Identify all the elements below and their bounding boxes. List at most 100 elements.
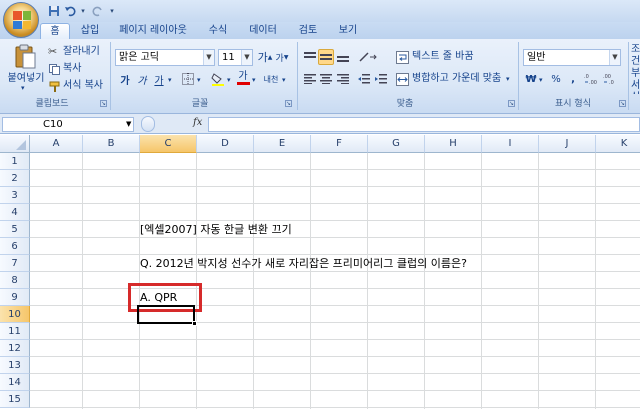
column-header-f[interactable]: F bbox=[311, 135, 368, 153]
increase-decimal-icon[interactable]: .0.00 bbox=[583, 71, 601, 87]
formula-bar-handle[interactable] bbox=[141, 116, 155, 132]
insert-function-icon[interactable]: fx bbox=[193, 117, 202, 128]
row-header-6[interactable]: 6 bbox=[0, 238, 30, 255]
tab-formulas[interactable]: 수식 bbox=[203, 23, 233, 39]
tab-insert[interactable]: 삽입 bbox=[76, 23, 104, 39]
phonetic-dropdown-icon[interactable]: ▾ bbox=[282, 76, 286, 84]
phonetic-button[interactable]: 내천 bbox=[262, 71, 280, 87]
fill-dropdown-icon[interactable]: ▾ bbox=[227, 76, 231, 84]
align-right-icon[interactable] bbox=[335, 71, 351, 87]
grow-font-button[interactable]: 가 ▲ bbox=[257, 49, 273, 65]
bold-button[interactable]: 가 bbox=[117, 71, 133, 87]
undo-dropdown-icon[interactable]: ▾ bbox=[78, 3, 88, 19]
column-header-j[interactable]: J bbox=[539, 135, 596, 153]
row-header-10[interactable]: 10 bbox=[0, 306, 30, 323]
active-cell[interactable] bbox=[137, 305, 195, 324]
row-header-3[interactable]: 3 bbox=[0, 187, 30, 204]
align-top-icon[interactable] bbox=[302, 49, 318, 65]
column-header-c[interactable]: C bbox=[140, 135, 197, 153]
column-header-h[interactable]: H bbox=[425, 135, 482, 153]
formula-input[interactable] bbox=[208, 117, 640, 132]
customize-qat-icon[interactable]: ▾ bbox=[106, 3, 118, 19]
select-all-corner[interactable] bbox=[0, 135, 30, 153]
number-launcher-icon[interactable]: ↘ bbox=[619, 100, 626, 107]
chevron-down-icon[interactable]: ▼ bbox=[203, 50, 214, 65]
row-header-14[interactable]: 14 bbox=[0, 374, 30, 391]
cut-button[interactable]: ✂ 잘라내기 bbox=[48, 44, 108, 60]
underline-dropdown-icon[interactable]: ▾ bbox=[168, 76, 172, 84]
worksheet-grid[interactable] bbox=[0, 135, 640, 409]
borders-icon[interactable] bbox=[180, 71, 196, 87]
align-left-icon[interactable] bbox=[302, 71, 318, 87]
italic-button[interactable]: 가 bbox=[134, 71, 150, 87]
cell-c5[interactable]: [엑셀2007] 자동 한글 변환 끄기 bbox=[140, 221, 292, 238]
row-header-9[interactable]: 9 bbox=[0, 289, 30, 306]
row-header-2[interactable]: 2 bbox=[0, 170, 30, 187]
currency-button[interactable]: ₩ bbox=[524, 71, 538, 87]
tab-page-layout[interactable]: 페이지 레이아웃 bbox=[112, 23, 194, 39]
tab-data[interactable]: 데이터 bbox=[243, 23, 283, 39]
copy-button[interactable]: 복사 bbox=[48, 61, 108, 77]
row-header-4[interactable]: 4 bbox=[0, 204, 30, 221]
font-color-dropdown-icon[interactable]: ▾ bbox=[252, 76, 256, 84]
name-box[interactable]: C10 ▼ bbox=[2, 117, 134, 132]
clipboard-launcher-icon[interactable]: ↘ bbox=[100, 100, 107, 107]
chevron-down-icon[interactable]: ▼ bbox=[609, 50, 620, 65]
tab-view[interactable]: 보기 bbox=[333, 23, 363, 39]
chevron-down-icon[interactable]: ▼ bbox=[241, 50, 252, 65]
align-bottom-icon[interactable] bbox=[335, 49, 351, 65]
format-painter-button[interactable]: 서식 복사 bbox=[48, 78, 110, 94]
paste-button[interactable]: 붙여넣기 ▾ bbox=[6, 44, 44, 94]
column-header-d[interactable]: D bbox=[197, 135, 254, 153]
decrease-indent-icon[interactable] bbox=[356, 71, 372, 87]
increase-indent-icon[interactable] bbox=[373, 71, 389, 87]
currency-dropdown-icon[interactable]: ▾ bbox=[539, 76, 543, 84]
undo-icon[interactable] bbox=[62, 3, 78, 19]
merge-center-button[interactable]: 병합하고 가운데 맞춤 ▾ bbox=[396, 71, 514, 88]
font-size-combo[interactable]: 11 ▼ bbox=[218, 49, 253, 66]
font-launcher-icon[interactable]: ↘ bbox=[285, 100, 292, 107]
column-header-k[interactable]: K bbox=[596, 135, 640, 153]
number-format-value: 일반 bbox=[527, 52, 546, 63]
conditional-format-button[interactable]: 조건부 서식 bbox=[631, 44, 640, 94]
borders-dropdown-icon[interactable]: ▾ bbox=[197, 76, 201, 84]
cell-c7[interactable]: Q. 2012년 박지성 선수가 새로 자리잡은 프리미어리그 클럽의 이름은? bbox=[140, 255, 467, 272]
chevron-down-icon[interactable]: ▼ bbox=[126, 118, 131, 131]
fill-color-icon[interactable] bbox=[210, 71, 226, 87]
row-header-8[interactable]: 8 bbox=[0, 272, 30, 289]
redo-icon[interactable] bbox=[90, 3, 106, 19]
merge-dropdown-icon[interactable]: ▾ bbox=[506, 75, 510, 83]
fill-handle[interactable] bbox=[192, 321, 197, 326]
number-format-combo[interactable]: 일반 ▼ bbox=[523, 49, 621, 66]
row-header-12[interactable]: 12 bbox=[0, 340, 30, 357]
column-header-i[interactable]: I bbox=[482, 135, 539, 153]
percent-button[interactable]: % bbox=[549, 71, 563, 87]
alignment-launcher-icon[interactable]: ↘ bbox=[508, 100, 515, 107]
font-name-combo[interactable]: 맑은 고딕 ▼ bbox=[115, 49, 215, 66]
column-header-a[interactable]: A bbox=[30, 135, 83, 153]
column-header-e[interactable]: E bbox=[254, 135, 311, 153]
decrease-decimal-icon[interactable]: .00.0 bbox=[602, 71, 620, 87]
row-header-5[interactable]: 5 bbox=[0, 221, 30, 238]
wrap-text-button[interactable]: 텍스트 줄 바꿈 bbox=[396, 49, 511, 66]
tab-home[interactable]: 홈 bbox=[40, 23, 70, 39]
comma-button[interactable]: , bbox=[566, 71, 580, 87]
grow-arrow-icon: ▲ bbox=[267, 53, 273, 61]
align-center-icon[interactable] bbox=[318, 71, 334, 87]
row-header-13[interactable]: 13 bbox=[0, 357, 30, 374]
column-header-b[interactable]: B bbox=[83, 135, 140, 153]
underline-button[interactable]: 가 bbox=[151, 71, 167, 87]
orientation-icon[interactable] bbox=[356, 49, 380, 65]
align-middle-icon[interactable] bbox=[318, 49, 334, 65]
row-header-7[interactable]: 7 bbox=[0, 255, 30, 272]
row-header-11[interactable]: 11 bbox=[0, 323, 30, 340]
row-header-1[interactable]: 1 bbox=[0, 153, 30, 170]
shrink-font-button[interactable]: 가 ▼ bbox=[274, 49, 290, 65]
office-button[interactable] bbox=[3, 2, 39, 38]
row-header-15[interactable]: 15 bbox=[0, 391, 30, 408]
font-color-button[interactable]: 가 bbox=[235, 70, 251, 86]
column-header-g[interactable]: G bbox=[368, 135, 425, 153]
save-icon[interactable] bbox=[46, 3, 62, 19]
tab-review[interactable]: 검토 bbox=[293, 23, 323, 39]
merge-icon bbox=[396, 73, 409, 86]
